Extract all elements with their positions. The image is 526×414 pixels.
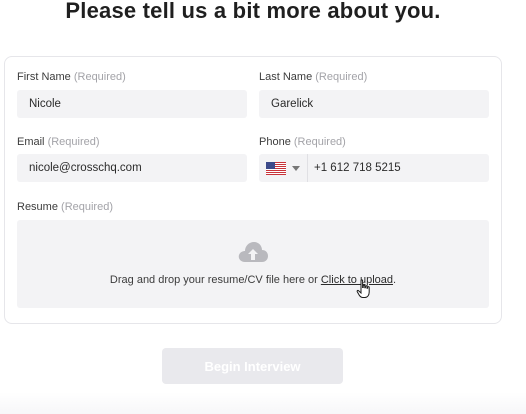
required-tag: (Required): [315, 71, 368, 83]
first-name-label-text: First Name: [17, 71, 71, 83]
page-title: Please tell us a bit more about you.: [65, 0, 441, 23]
required-tag: (Required): [47, 136, 100, 148]
dropzone-instructions: Drag and drop your resume/CV file here o…: [17, 274, 489, 286]
cloud-upload-icon: [238, 242, 268, 262]
profile-form-card: First Name (Required) Nicole Last Name (…: [4, 56, 502, 324]
dropzone-period: .: [393, 274, 397, 286]
first-name-input[interactable]: Nicole: [17, 90, 247, 118]
hand-cursor-icon: [356, 279, 370, 298]
phone-input-group: +1 612 718 5215: [259, 154, 489, 182]
last-name-label: Last Name (Required): [259, 71, 367, 83]
phone-label-text: Phone: [259, 136, 291, 148]
phone-number-input[interactable]: +1 612 718 5215: [314, 154, 401, 182]
footer-fade: [0, 392, 526, 414]
chevron-down-icon: [292, 166, 300, 171]
required-tag: (Required): [73, 71, 126, 83]
required-tag: (Required): [293, 136, 346, 148]
resume-label: Resume (Required): [17, 201, 113, 213]
phone-label: Phone (Required): [259, 136, 346, 148]
email-label: Email (Required): [17, 136, 100, 148]
last-name-input[interactable]: Garelick: [259, 90, 489, 118]
us-flag-icon: [266, 162, 286, 175]
required-tag: (Required): [61, 201, 113, 213]
email-label-text: Email: [17, 136, 45, 148]
email-input[interactable]: nicole@crosschq.com: [17, 154, 247, 182]
country-code-select[interactable]: [259, 154, 308, 182]
page: Please tell us a bit more about you. Fir…: [0, 0, 526, 414]
last-name-label-text: Last Name: [259, 71, 313, 83]
begin-interview-button[interactable]: Begin Interview: [162, 348, 343, 384]
resume-dropzone[interactable]: Drag and drop your resume/CV file here o…: [17, 220, 489, 308]
dropzone-text: Drag and drop your resume/CV file here o…: [109, 274, 321, 286]
resume-label-text: Resume: [17, 201, 58, 213]
first-name-label: First Name (Required): [17, 71, 126, 83]
